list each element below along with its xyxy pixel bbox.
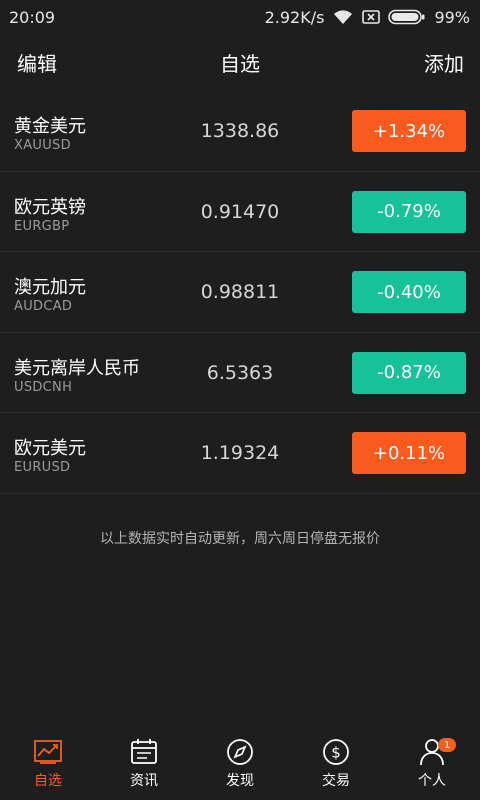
- watchlist: 黄金美元 XAUUSD 1338.86 +1.34% 欧元英镑 EURGBP 0…: [0, 91, 480, 494]
- tab-label: 个人: [418, 773, 446, 789]
- tab-label: 交易: [322, 773, 350, 789]
- chart-icon: [34, 740, 62, 764]
- network-speed: 2.92K/s: [264, 7, 325, 27]
- svg-text:$: $: [331, 744, 341, 762]
- battery-icon: [388, 9, 426, 25]
- update-note: 以上数据实时自动更新，周六周日停盘无报价: [100, 531, 380, 547]
- change-badge[interactable]: +0.11%: [352, 432, 466, 474]
- quote-price: 1.19324: [200, 442, 280, 464]
- no-sim-icon: [362, 10, 381, 24]
- quote-price: 0.91470: [200, 200, 280, 223]
- quote-row-xauusd[interactable]: 黄金美元 XAUUSD 1338.86 +1.34%: [0, 91, 480, 172]
- bottom-tab-bar: 自选 资讯 发现 $ 交易 1 个人: [0, 730, 480, 800]
- quote-code: EURUSD: [14, 460, 71, 475]
- quote-row-usdcnh[interactable]: 美元离岸人民币 USDCNH 6.5363 -0.87%: [0, 333, 480, 413]
- quote-code: EURGBP: [14, 218, 70, 234]
- quote-code: AUDCAD: [14, 299, 73, 314]
- tab-trade[interactable]: $ 交易: [288, 730, 384, 800]
- page-title: 自选: [220, 51, 260, 76]
- notification-badge: 1: [438, 738, 456, 752]
- battery-percent: 99%: [434, 7, 470, 27]
- quote-name: 澳元加元: [14, 277, 86, 298]
- quote-code: XAUUSD: [14, 138, 71, 153]
- quote-name: 欧元英镑: [14, 196, 86, 218]
- change-badge[interactable]: -0.79%: [352, 190, 466, 233]
- quote-row-audcad[interactable]: 澳元加元 AUDCAD 0.98811 -0.40%: [0, 252, 480, 333]
- wifi-icon: [332, 9, 354, 25]
- tab-label: 发现: [226, 773, 254, 789]
- compass-icon: [227, 739, 253, 765]
- quote-name: 欧元美元: [14, 438, 86, 459]
- quote-row-eurgbp[interactable]: 欧元英镑 EURGBP 0.91470 -0.79%: [0, 172, 480, 252]
- add-button[interactable]: 添加: [424, 48, 464, 77]
- tab-news[interactable]: 资讯: [96, 730, 192, 800]
- quote-price: 0.98811: [200, 281, 280, 303]
- calendar-news-icon: [131, 739, 157, 764]
- tab-watchlist[interactable]: 自选: [0, 730, 96, 800]
- tab-discover[interactable]: 发现: [192, 730, 288, 800]
- quote-price: 1338.86: [200, 120, 280, 142]
- quote-name: 黄金美元: [14, 116, 86, 137]
- change-badge[interactable]: -0.40%: [352, 271, 466, 313]
- quote-code: USDCNH: [14, 379, 73, 395]
- nav-bar: 编辑 自选 添加: [0, 34, 480, 90]
- change-badge[interactable]: +1.34%: [352, 110, 466, 152]
- status-time: 20:09: [9, 7, 56, 27]
- tab-label: 自选: [34, 773, 62, 789]
- quote-row-eurusd[interactable]: 欧元美元 EURUSD 1.19324 +0.11%: [0, 413, 480, 494]
- change-badge[interactable]: -0.87%: [352, 351, 466, 394]
- tab-label: 资讯: [130, 773, 158, 789]
- quote-price: 6.5363: [206, 361, 274, 384]
- status-indicators: 2.92K/s 99%: [265, 8, 470, 27]
- tab-profile[interactable]: 1 个人: [384, 730, 480, 800]
- quote-name: 美元离岸人民币: [14, 357, 140, 379]
- edit-button[interactable]: 编辑: [17, 48, 57, 77]
- status-bar: 20:09 2.92K/s 99%: [0, 0, 480, 34]
- dollar-coin-icon: $: [323, 739, 349, 765]
